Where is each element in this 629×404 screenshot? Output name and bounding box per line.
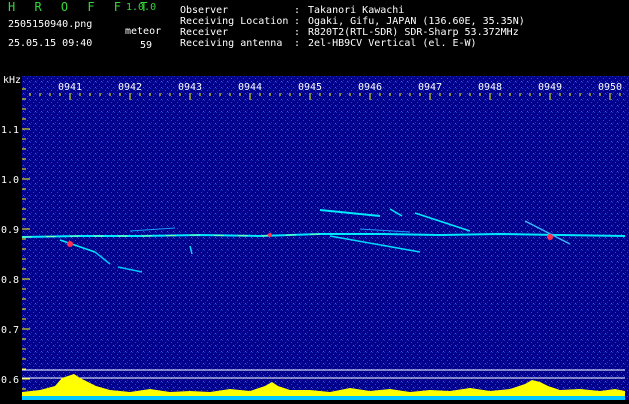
info-label: Receiving Location — [180, 16, 289, 27]
time-label-0946: 0946 — [358, 82, 382, 93]
time-label-0942: 0942 — [118, 82, 142, 93]
info-separator: : — [294, 38, 301, 49]
meteor-count: 59 — [140, 40, 153, 51]
y-axis-labels: 1.1 1.0 0.9 0.8 0.7 0.6 — [1, 125, 19, 386]
spectrogram-svg: kHz 1.1 1.0 0.9 0.8 0.7 0.6 0941 0942 09… — [1, 75, 629, 400]
freq-label-0-6: 0.6 — [1, 375, 19, 386]
freq-label-0-8: 0.8 — [1, 275, 19, 286]
file-name: 2505150940.png — [8, 19, 93, 30]
time-label-0943: 0943 — [178, 82, 202, 93]
meteor-head-echo — [67, 241, 73, 247]
time-label-0950: 0950 — [598, 82, 622, 93]
info-row-receiver: Receiver: R820T2(RTL-SDR) SDR-Sharp 53.37… — [180, 27, 525, 38]
info-row-antenna: Receiving antenna:2el-HB9CV Vertical (el… — [180, 38, 525, 49]
info-label: Receiver — [180, 27, 229, 38]
meteor-head-echo — [547, 234, 553, 240]
info-value: Ogaki, Gifu, JAPAN (136.60E, 35.35N) — [308, 16, 525, 27]
time-label-0944: 0944 — [238, 82, 262, 93]
info-value: R820T2(RTL-SDR) SDR-Sharp 53.372MHz — [308, 27, 519, 38]
meteor-label: meteor — [125, 26, 162, 37]
station-info: Observer: Takanori Kawachi Receiving Loca… — [180, 5, 525, 49]
info-separator: : — [294, 16, 301, 27]
info-value: Takanori Kawachi — [308, 5, 405, 16]
freq-label-1-0: 1.0 — [1, 175, 19, 186]
spectrogram-panel: kHz 1.1 1.0 0.9 0.8 0.7 0.6 0941 0942 09… — [0, 75, 629, 400]
time-label-0947: 0947 — [418, 82, 442, 93]
spectrogram-background — [22, 76, 629, 400]
time-label-0945: 0945 — [298, 82, 322, 93]
time-label-0941: 0941 — [58, 82, 82, 93]
app-version: 1.0.0 — [126, 2, 157, 13]
info-value: 2el-HB9CV Vertical (el. E-W) — [308, 38, 477, 49]
histogram-base — [22, 396, 625, 400]
time-label-0949: 0949 — [538, 82, 562, 93]
info-separator: : — [294, 27, 301, 38]
info-label: Receiving antenna — [180, 38, 283, 49]
info-separator: : — [294, 5, 301, 16]
freq-label-0-9: 0.9 — [1, 225, 19, 236]
frequency-unit-label: kHz — [3, 76, 21, 86]
info-label: Observer — [180, 5, 229, 16]
freq-label-1-1: 1.1 — [1, 125, 19, 136]
capture-datetime: 25.05.15 09:40 — [8, 38, 93, 49]
freq-label-0-7: 0.7 — [1, 325, 19, 336]
info-row-observer: Observer: Takanori Kawachi — [180, 5, 525, 16]
meteor-head-echo — [268, 233, 272, 237]
time-label-0948: 0948 — [478, 82, 502, 93]
info-row-location: Receiving Location: Ogaki, Gifu, JAPAN (1… — [180, 16, 525, 27]
